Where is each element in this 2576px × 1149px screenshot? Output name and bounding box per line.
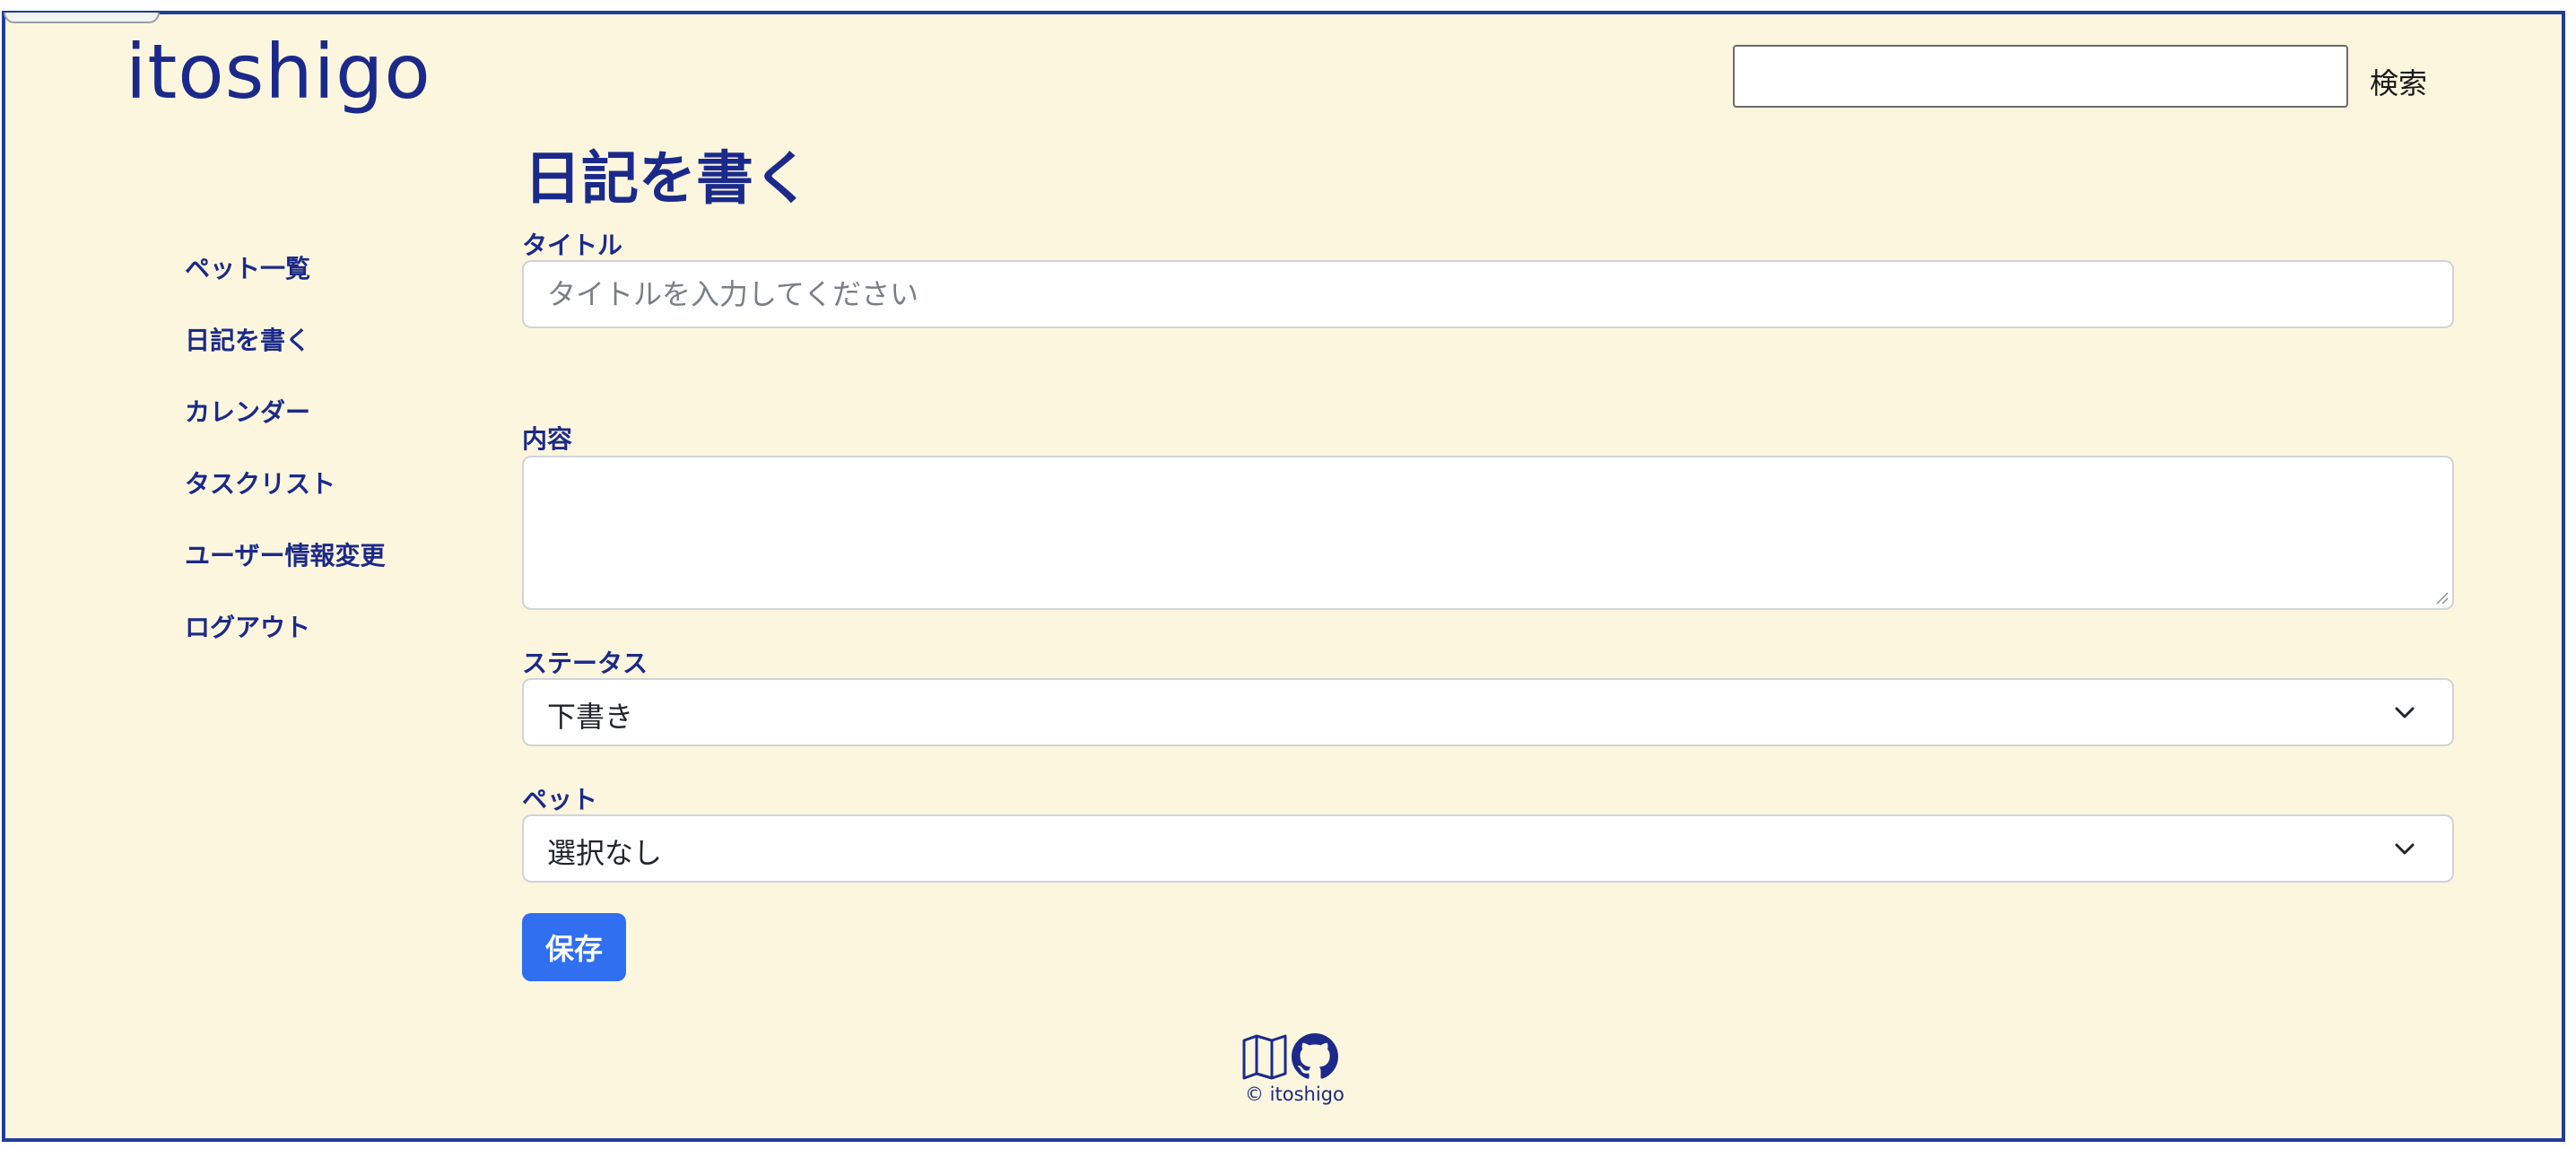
sidebar-item-task-list[interactable]: タスクリスト — [185, 465, 335, 501]
page-title: 日記を書く — [524, 146, 811, 213]
title-input[interactable] — [522, 260, 2454, 328]
status-selected-value: 下書き — [547, 700, 634, 734]
content-label: 内容 — [522, 424, 573, 454]
sidebar-item-logout[interactable]: ログアウト — [185, 608, 310, 644]
pet-label: ペット — [522, 785, 598, 814]
save-button[interactable]: 保存 — [522, 913, 626, 981]
brand-logo[interactable]: itoshigo — [126, 30, 431, 114]
status-label: ステータス — [522, 648, 648, 678]
chevron-down-icon — [2395, 843, 2415, 855]
pet-selected-value: 選択なし — [547, 836, 663, 870]
sidebar-item-calendar[interactable]: カレンダー — [185, 393, 310, 429]
sidebar-item-write-diary[interactable]: 日記を書く — [185, 321, 310, 357]
github-icon[interactable] — [1292, 1033, 1338, 1080]
search-button[interactable]: 検索 — [2370, 61, 2427, 102]
title-label: タイトル — [522, 231, 623, 260]
map-icon[interactable] — [1241, 1033, 1288, 1080]
copyright-text: © itoshigo — [1245, 1084, 1345, 1105]
app-window: itoshigo 検索 日記を書く ペット一覧 日記を書く カレンダー タスクリ… — [2, 11, 2565, 1142]
chevron-down-icon — [2395, 707, 2415, 718]
browser-tab-stub — [4, 13, 160, 23]
pet-select[interactable]: 選択なし — [522, 814, 2454, 883]
content-textarea[interactable] — [522, 456, 2454, 610]
status-select[interactable]: 下書き — [522, 678, 2454, 746]
sidebar-item-user-settings[interactable]: ユーザー情報変更 — [185, 536, 385, 572]
resize-grip-icon[interactable] — [2434, 590, 2449, 605]
sidebar-item-pet-list[interactable]: ペット一覧 — [185, 249, 310, 285]
search-input[interactable] — [1733, 45, 2348, 108]
